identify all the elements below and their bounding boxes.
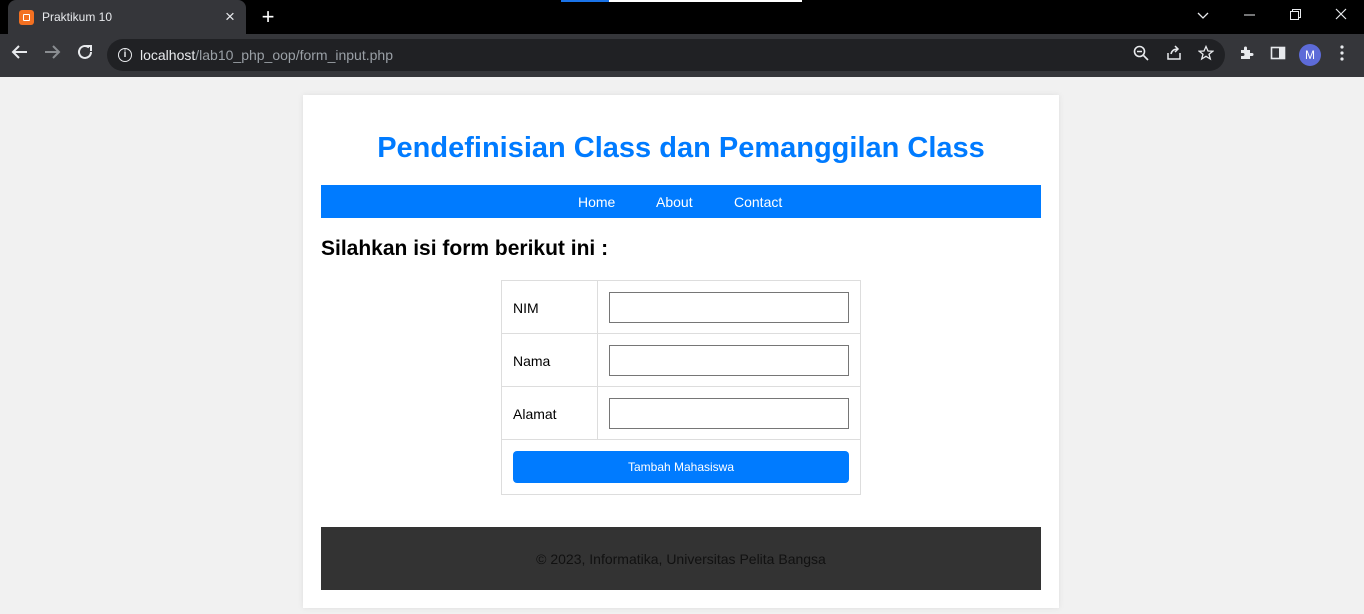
nim-input[interactable] [609, 292, 849, 323]
reload-icon[interactable] [73, 43, 97, 67]
tab-title: Praktikum 10 [42, 10, 113, 24]
nama-label: Nama [513, 353, 551, 369]
tab-strip-indicator [561, 0, 609, 2]
mahasiswa-form: NIM Nama Alamat Tambah Mahasiswa [501, 280, 861, 495]
back-icon[interactable] [8, 43, 32, 67]
tab-strip-highlight [609, 0, 802, 2]
nim-label: NIM [513, 300, 539, 316]
main-nav: Home About Contact [321, 185, 1041, 218]
alamat-label-cell: Alamat [502, 387, 598, 439]
bookmark-star-icon[interactable] [1196, 44, 1216, 65]
nim-label-cell: NIM [502, 281, 598, 333]
extensions-icon[interactable] [1236, 45, 1256, 65]
page-container: Pendefinisian Class dan Pemanggilan Clas… [303, 95, 1059, 608]
tambah-mahasiswa-button[interactable]: Tambah Mahasiswa [513, 451, 849, 483]
new-tab-button[interactable]: + [256, 5, 280, 29]
tab-close-icon[interactable]: × [220, 7, 240, 27]
form-heading: Silahkan isi form berikut ini : [321, 237, 609, 260]
form-row-nama: Nama [502, 334, 860, 387]
alamat-input[interactable] [609, 398, 849, 429]
minimize-icon[interactable] [1237, 5, 1261, 25]
form-row-alamat: Alamat [502, 387, 860, 440]
chevron-down-icon[interactable] [1191, 5, 1215, 25]
profile-avatar[interactable]: M [1299, 44, 1321, 66]
page-title: Pendefinisian Class dan Pemanggilan Clas… [377, 132, 985, 164]
side-panel-icon[interactable] [1268, 45, 1288, 65]
forward-icon[interactable] [40, 43, 64, 67]
menu-icon[interactable] [1332, 45, 1352, 65]
share-icon[interactable] [1164, 45, 1184, 65]
nav-contact-link[interactable]: Contact [734, 194, 782, 210]
browser-toolbar: i localhost/lab10_php_oop/form_input.php… [0, 34, 1364, 77]
nav-about-link[interactable]: About [656, 194, 693, 210]
restore-icon[interactable] [1283, 5, 1307, 25]
alamat-label: Alamat [513, 406, 557, 422]
url-text[interactable]: localhost/lab10_php_oop/form_input.php [140, 47, 393, 63]
close-window-icon[interactable] [1329, 5, 1353, 25]
browser-tab[interactable]: Praktikum 10 × [8, 0, 246, 34]
info-icon[interactable]: i [118, 48, 132, 62]
zoom-icon[interactable] [1131, 45, 1151, 65]
page-footer: © 2023, Informatika, Universitas Pelita … [321, 527, 1041, 590]
form-row-nim: NIM [502, 281, 860, 334]
address-bar[interactable]: i localhost/lab10_php_oop/form_input.php [107, 39, 1225, 71]
nama-input[interactable] [609, 345, 849, 376]
nav-home-link[interactable]: Home [578, 194, 615, 210]
footer-text: © 2023, Informatika, Universitas Pelita … [536, 551, 826, 567]
xampp-favicon-icon [19, 10, 34, 25]
nama-label-cell: Nama [502, 334, 598, 386]
browser-tab-bar: Praktikum 10 × + [0, 0, 1364, 34]
